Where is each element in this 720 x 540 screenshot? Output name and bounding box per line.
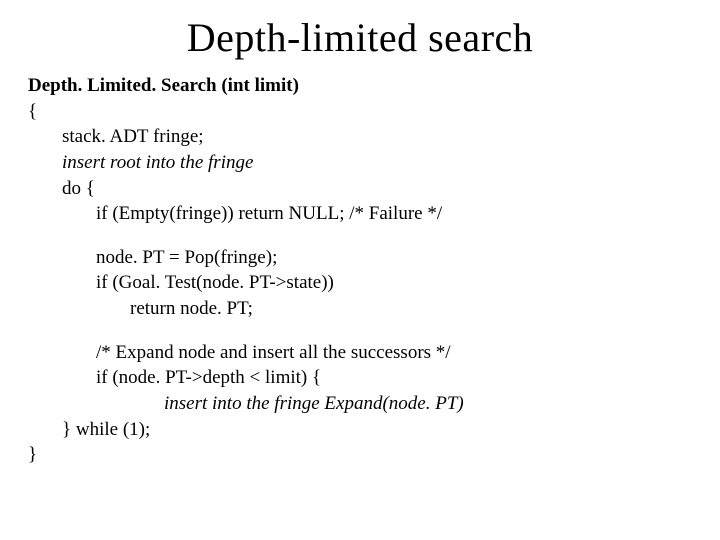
function-signature: Depth. Limited. Search (int limit) (28, 73, 692, 99)
code-line: if (node. PT->depth < limit) { (28, 365, 692, 391)
blank-line (28, 227, 692, 245)
slide-title: Depth-limited search (28, 14, 692, 61)
code-line: insert into the fringe Expand(node. PT) (28, 391, 692, 417)
code-line: return node. PT; (28, 296, 692, 322)
brace-close: } (28, 442, 692, 468)
code-line: node. PT = Pop(fringe); (28, 245, 692, 271)
code-line: do { (28, 176, 692, 202)
code-line: } while (1); (28, 417, 692, 443)
slide: Depth-limited search Depth. Limited. Sea… (0, 0, 720, 540)
code-line: stack. ADT fringe; (28, 124, 692, 150)
code-line: insert root into the fringe (28, 150, 692, 176)
code-line: /* Expand node and insert all the succes… (28, 340, 692, 366)
blank-line (28, 322, 692, 340)
brace-open: { (28, 99, 692, 125)
code-block: Depth. Limited. Search (int limit) { sta… (28, 73, 692, 468)
code-line: if (Empty(fringe)) return NULL; /* Failu… (28, 201, 692, 227)
code-line: if (Goal. Test(node. PT->state)) (28, 270, 692, 296)
